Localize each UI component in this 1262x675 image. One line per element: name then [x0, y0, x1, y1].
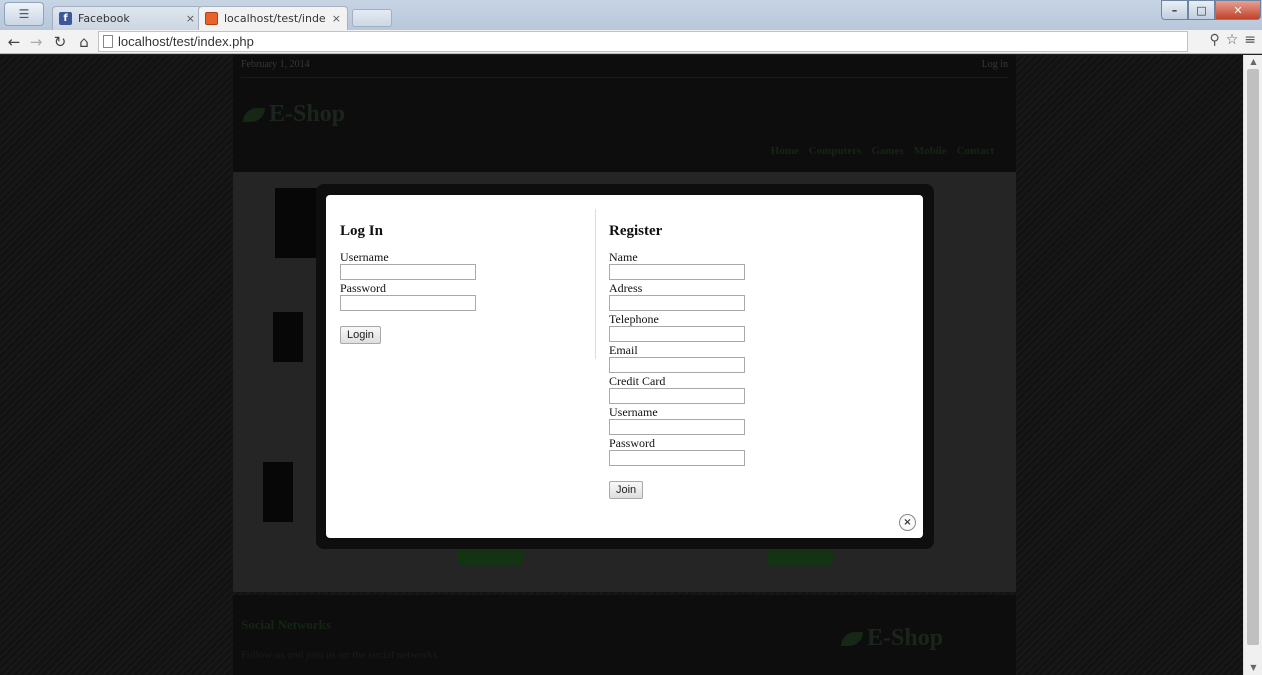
login-title: Log In [340, 223, 383, 239]
register-name-label: Name [609, 250, 638, 264]
register-password-label: Password [609, 436, 656, 450]
join-button[interactable]: Join [609, 481, 644, 499]
menu-icon[interactable]: ≡ [1244, 32, 1256, 48]
login-username-input[interactable] [340, 264, 476, 280]
tab-close-icon[interactable]: × [186, 12, 195, 25]
register-form: Register Name Adress Telephone Email Cre… [609, 223, 869, 499]
register-password-input[interactable] [609, 450, 745, 466]
login-password-input[interactable] [340, 295, 476, 311]
bookmark-star-icon[interactable]: ☆ [1226, 32, 1239, 48]
scroll-thumb[interactable] [1247, 69, 1259, 645]
register-email-input[interactable] [609, 357, 745, 373]
login-username-label: Username [340, 250, 389, 264]
address-url: localhost/test/index.php [118, 34, 254, 49]
page-icon [103, 35, 113, 48]
forward-arrow-icon[interactable]: → [26, 32, 46, 52]
scroll-down-icon[interactable]: ▼ [1244, 661, 1262, 675]
address-bar[interactable]: localhost/test/index.php [98, 31, 1188, 52]
register-address-input[interactable] [609, 295, 745, 311]
login-button[interactable]: Login [340, 326, 381, 344]
column-divider [595, 209, 596, 359]
scroll-up-icon[interactable]: ▲ [1244, 55, 1262, 69]
browser-titlebar: ☰ f Facebook × localhost/test/index.php … [0, 0, 1262, 30]
register-email-label: Email [609, 343, 638, 357]
register-telephone-input[interactable] [609, 326, 745, 342]
new-tab-button[interactable] [352, 9, 392, 27]
browser-toolbar: ← → ↻ ⌂ localhost/test/index.php ⚲ ☆ ≡ [0, 30, 1262, 54]
auth-modal: Log In Username Password Login Register … [326, 195, 923, 538]
register-credit-card-input[interactable] [609, 388, 745, 404]
tab-close-icon[interactable]: × [332, 12, 341, 25]
minimize-button[interactable]: – [1161, 0, 1188, 20]
register-username-label: Username [609, 405, 658, 419]
close-window-button[interactable]: ✕ [1215, 0, 1261, 20]
page-scrollbar[interactable]: ▲ ▼ [1243, 55, 1262, 675]
tab-label: Facebook [78, 12, 130, 25]
register-credit-card-label: Credit Card [609, 374, 666, 388]
window-controls: – □ ✕ [1161, 0, 1261, 20]
home-icon[interactable]: ⌂ [74, 32, 94, 52]
register-address-label: Adress [609, 281, 643, 295]
login-password-label: Password [340, 281, 387, 295]
register-telephone-label: Telephone [609, 312, 659, 326]
login-form: Log In Username Password Login [340, 223, 590, 344]
reload-icon[interactable]: ↻ [50, 32, 70, 52]
tab-label: localhost/test/index.php [224, 12, 326, 25]
browser-menu-icon[interactable]: ☰ [4, 2, 44, 26]
tab-localhost[interactable]: localhost/test/index.php × [198, 6, 348, 30]
maximize-button[interactable]: □ [1188, 0, 1215, 20]
localhost-favicon-icon [205, 12, 218, 25]
modal-close-icon[interactable]: × [899, 514, 916, 531]
register-title: Register [609, 223, 663, 239]
tab-facebook[interactable]: f Facebook × [52, 6, 202, 30]
register-username-input[interactable] [609, 419, 745, 435]
register-name-input[interactable] [609, 264, 745, 280]
extension-icon[interactable]: ⚲ [1209, 32, 1219, 48]
facebook-favicon-icon: f [59, 12, 72, 25]
back-arrow-icon[interactable]: ← [4, 32, 24, 52]
